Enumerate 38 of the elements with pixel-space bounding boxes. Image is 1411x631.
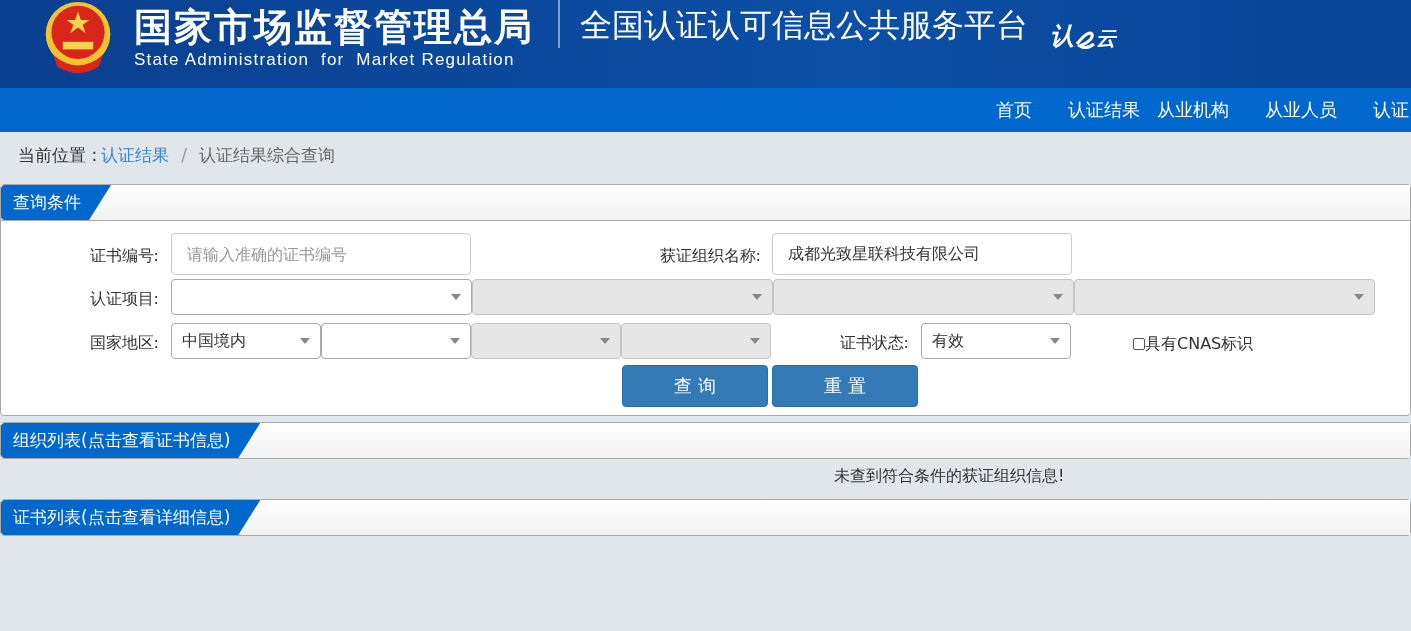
platform-title: 全国认证认可信息公共服务平台 bbox=[580, 5, 1028, 46]
nav-link[interactable]: 认证结果 bbox=[1068, 98, 1140, 122]
org-name-field[interactable]: 成都光致星联科技有限公司 bbox=[772, 233, 1072, 275]
nav-link[interactable]: 从业人员 bbox=[1265, 98, 1337, 122]
breadcrumb-link[interactable]: 认证结果 bbox=[101, 143, 170, 167]
checkbox-label: 具有CNAS标识 bbox=[1145, 333, 1254, 355]
nav-link[interactable]: 认证 bbox=[1373, 98, 1409, 122]
dropdown[interactable]: 有效 bbox=[921, 323, 1071, 359]
cert-number-field[interactable]: 请输入准确的证书编号 bbox=[171, 233, 471, 275]
field-label: 国家地区: bbox=[88, 331, 159, 354]
platform-logo: 认 云 bbox=[1050, 20, 1116, 52]
caret-icon bbox=[752, 294, 762, 300]
dropdown[interactable] bbox=[171, 279, 472, 315]
breadcrumb-label: 当前位置 : bbox=[18, 143, 98, 167]
caret-icon bbox=[1354, 294, 1364, 300]
nav-link[interactable]: 从业机构 bbox=[1157, 98, 1229, 122]
caret-icon bbox=[750, 338, 760, 344]
caret-icon bbox=[450, 338, 460, 344]
breadcrumb-separator: / bbox=[181, 145, 187, 165]
caret-icon bbox=[300, 338, 310, 344]
caret-icon bbox=[600, 338, 610, 344]
empty-message: 未查到符合条件的获证组织信息! bbox=[834, 465, 1065, 487]
checkbox[interactable] bbox=[1133, 338, 1145, 350]
caret-icon bbox=[451, 294, 461, 300]
caret-icon bbox=[1050, 338, 1060, 344]
breadcrumb-current: 认证结果综合查询 bbox=[198, 143, 335, 167]
search-button[interactable]: 查 询 bbox=[622, 365, 768, 407]
field-label: 获证组织名称: bbox=[658, 244, 761, 267]
dropdown[interactable] bbox=[321, 323, 471, 359]
nav-link[interactable]: 首页 bbox=[996, 98, 1032, 122]
dropdown[interactable]: 中国境内 bbox=[171, 323, 321, 359]
caret-icon bbox=[1053, 294, 1063, 300]
agency-english-name: State Administration for Market Regulation bbox=[134, 50, 516, 70]
reset-button[interactable]: 重 置 bbox=[772, 365, 918, 407]
field-label: 证书状态: bbox=[838, 331, 909, 354]
field-label: 证书编号: bbox=[88, 244, 159, 267]
agency-name: 国家市场监督管理总局 bbox=[134, 4, 534, 50]
field-label: 认证项目: bbox=[88, 287, 159, 310]
